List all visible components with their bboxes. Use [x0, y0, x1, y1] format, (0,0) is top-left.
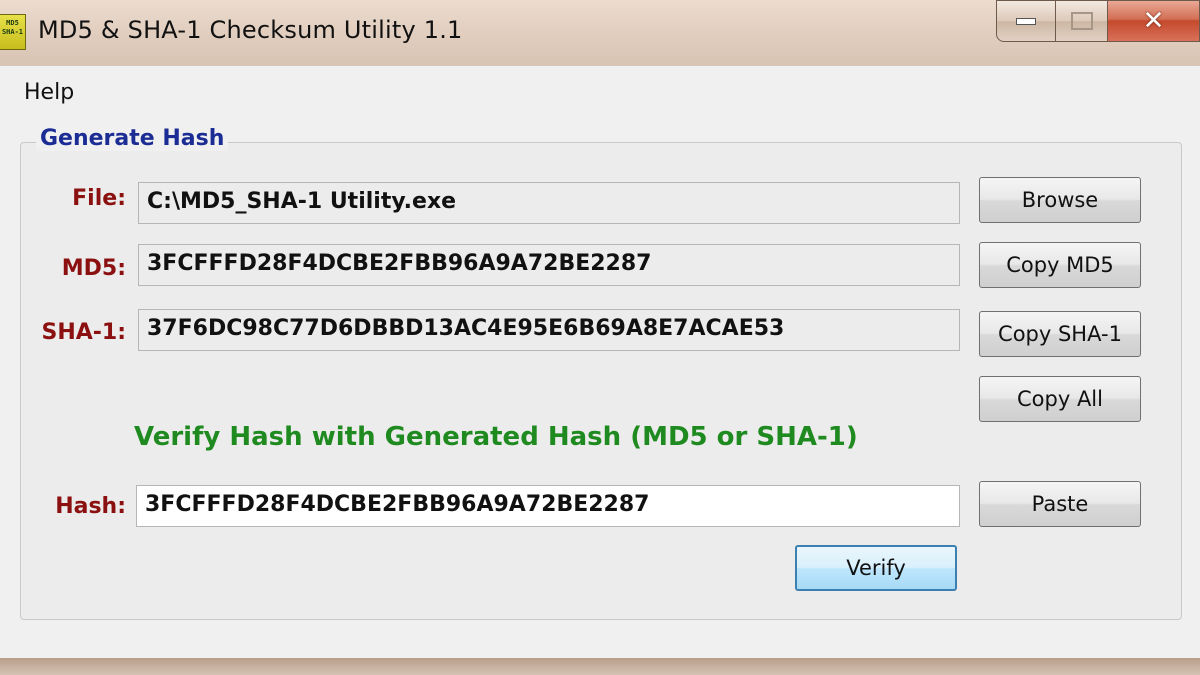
maximize-button[interactable]: [1056, 0, 1108, 42]
app-window: MD5 SHA-1 MD5 & SHA-1 Checksum Utility 1.…: [0, 0, 1200, 675]
menu-bar: Help: [0, 66, 1200, 120]
file-label: File:: [72, 186, 126, 211]
caption-buttons: ✕: [996, 0, 1200, 44]
copy-md5-button[interactable]: Copy MD5: [979, 242, 1141, 288]
minimize-icon: [1016, 17, 1036, 25]
sha1-label: SHA-1:: [41, 320, 126, 345]
group-title: Generate Hash: [36, 126, 229, 151]
title-bar[interactable]: MD5 SHA-1 MD5 & SHA-1 Checksum Utility 1.…: [0, 0, 1200, 66]
hash-label: Hash:: [55, 494, 126, 519]
browse-button[interactable]: Browse: [979, 177, 1141, 223]
app-icon: MD5 SHA-1: [0, 14, 26, 50]
minimize-button[interactable]: [996, 0, 1056, 42]
client-area: Help Generate Hash File: C:\MD5_SHA-1 Ut…: [0, 66, 1200, 658]
maximize-icon: [1070, 12, 1093, 30]
copy-all-button[interactable]: Copy All: [979, 376, 1141, 422]
paste-button[interactable]: Paste: [979, 481, 1141, 527]
sha1-field[interactable]: 37F6DC98C77D6DBBD13AC4E95E6B69A8E7ACAE53: [138, 309, 960, 351]
window-title: MD5 & SHA-1 Checksum Utility 1.1: [38, 16, 463, 44]
copy-sha1-button[interactable]: Copy SHA-1: [979, 311, 1141, 357]
verify-button[interactable]: Verify: [795, 545, 957, 591]
file-path-field[interactable]: C:\MD5_SHA-1 Utility.exe: [138, 182, 960, 224]
window-bottom-border: [0, 658, 1200, 675]
verify-caption: Verify Hash with Generated Hash (MD5 or …: [134, 422, 858, 452]
close-button[interactable]: ✕: [1108, 0, 1200, 42]
md5-label: MD5:: [61, 256, 126, 281]
md5-field[interactable]: 3FCFFFD28F4DCBE2FBB96A9A72BE2287: [138, 244, 960, 286]
menu-help[interactable]: Help: [24, 80, 74, 105]
hash-input[interactable]: 3FCFFFD28F4DCBE2FBB96A9A72BE2287: [136, 485, 960, 527]
close-icon: ✕: [1142, 6, 1165, 36]
